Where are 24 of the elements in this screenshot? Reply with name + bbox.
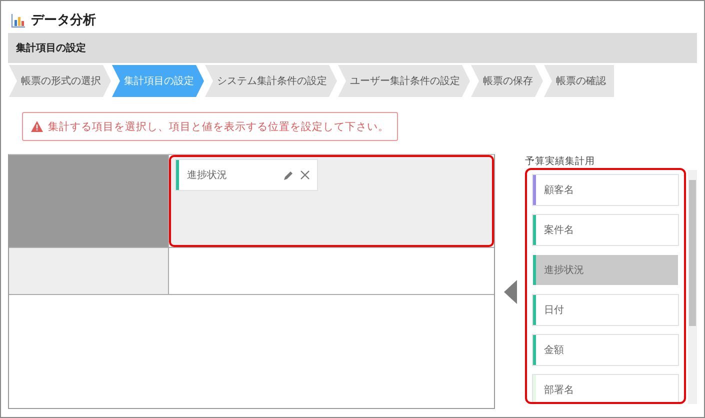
field-label: 金額 [544,344,564,357]
section-header: 集計項目の設定 [8,33,697,63]
field-label: 案件名 [544,224,574,237]
field-label: 部署名 [544,384,574,397]
field-chip[interactable]: 進捗状況 [176,160,317,190]
close-icon[interactable] [300,170,310,180]
move-left-icon[interactable] [504,280,516,304]
wizard-step[interactable]: 帳票の形式の選択 [9,65,111,97]
panel-title: 予算実績集計用 [525,155,596,168]
scrollbar[interactable] [688,170,697,404]
field-label: 顧客名 [544,184,574,197]
field-label: 進捗状況 [544,264,584,277]
alert-message: 集計する項目を選択し、項目と値を表示する位置を設定して下さい。 [48,120,389,134]
edit-icon[interactable] [284,170,293,180]
warning-icon [31,121,43,132]
wizard-step[interactable]: ユーザー集計条件の設定 [338,65,470,97]
field-label: 日付 [544,304,564,317]
chip-label: 進捗状況 [187,168,228,182]
field-item[interactable]: 進捗状況 [533,255,678,285]
bar-chart-icon [11,12,26,28]
wizard-step[interactable]: システム集計条件の設定 [205,65,337,97]
window-title: データ分析 [31,12,96,29]
wizard-step[interactable]: 帳票の確認 [544,65,614,97]
wizard-step[interactable]: 帳票の保存 [471,65,543,97]
